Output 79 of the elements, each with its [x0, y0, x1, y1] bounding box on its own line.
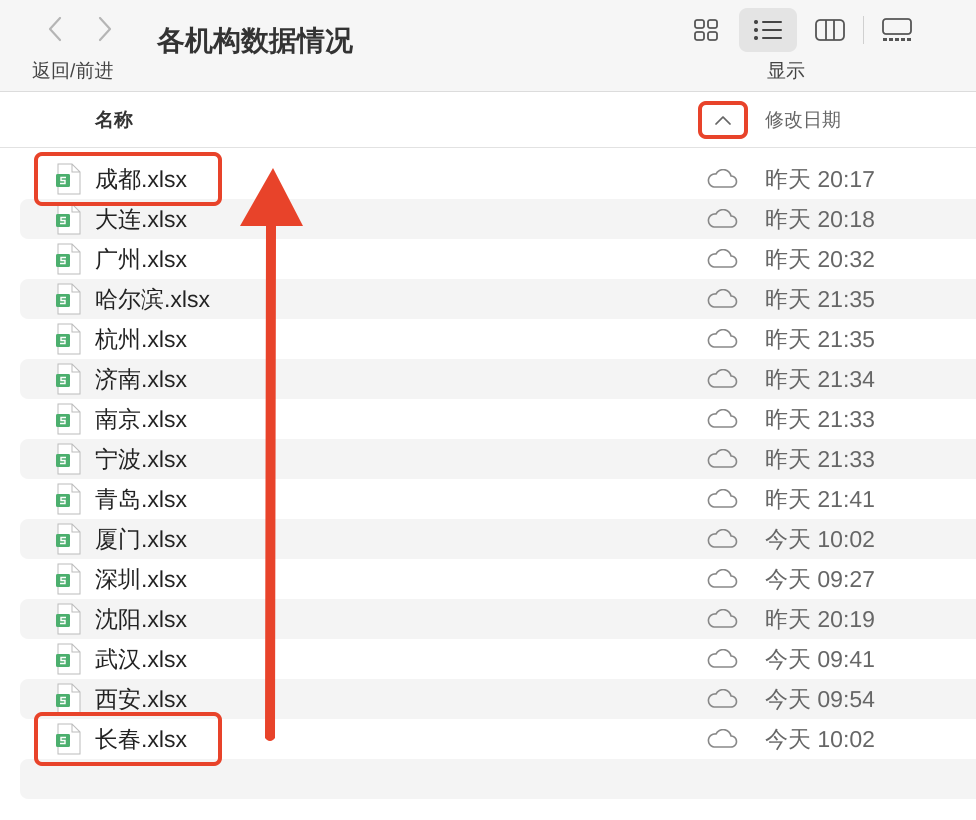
cloud-icon — [706, 289, 738, 309]
spreadsheet-file-icon — [55, 243, 81, 275]
spreadsheet-file-icon — [55, 283, 81, 315]
cloud-icon — [706, 369, 738, 389]
modified-date: 昨天 20:17 — [765, 164, 875, 194]
grid-icon — [693, 18, 719, 42]
spreadsheet-file-icon — [55, 723, 81, 755]
spreadsheet-file-icon — [55, 603, 81, 635]
file-name[interactable]: 深圳.xlsx — [95, 564, 187, 594]
spreadsheet-file-icon — [55, 683, 81, 715]
file-row[interactable]: 厦门.xlsx 今天 10:02 — [20, 519, 976, 559]
spreadsheet-file-icon — [55, 443, 81, 475]
file-name[interactable]: 青岛.xlsx — [95, 484, 187, 514]
file-row[interactable]: 大连.xlsx 昨天 20:18 — [20, 199, 976, 239]
list-view-button[interactable] — [739, 8, 797, 52]
cloud-icon — [706, 409, 738, 429]
modified-date: 昨天 20:18 — [765, 204, 875, 234]
spreadsheet-file-icon — [55, 363, 81, 395]
file-row[interactable]: 沈阳.xlsx 昨天 20:19 — [20, 599, 976, 639]
file-name[interactable]: 广州.xlsx — [95, 244, 187, 274]
cloud-icon — [706, 689, 738, 709]
spreadsheet-file-icon — [55, 403, 81, 435]
modified-date: 昨天 20:19 — [765, 604, 875, 634]
modified-date: 今天 09:27 — [765, 564, 875, 594]
name-column-header[interactable]: 名称 — [95, 106, 698, 132]
spreadsheet-file-icon — [55, 563, 81, 595]
file-name[interactable]: 沈阳.xlsx — [95, 604, 187, 634]
cloud-icon — [706, 529, 738, 549]
spreadsheet-file-icon — [55, 163, 81, 195]
spreadsheet-file-icon — [55, 643, 81, 675]
modified-date: 昨天 20:32 — [765, 244, 875, 274]
nav-label: 返回/前进 — [32, 60, 114, 84]
modified-date: 昨天 21:33 — [765, 444, 875, 474]
modified-date: 今天 10:02 — [765, 524, 875, 554]
spreadsheet-file-icon — [55, 323, 81, 355]
file-name[interactable]: 成都.xlsx — [95, 164, 187, 194]
file-row[interactable]: 宁波.xlsx 昨天 21:33 — [20, 439, 976, 479]
file-name[interactable]: 武汉.xlsx — [95, 644, 187, 674]
file-row[interactable]: 西安.xlsx 今天 09:54 — [20, 679, 976, 719]
file-name[interactable]: 宁波.xlsx — [95, 444, 187, 474]
cloud-icon — [706, 329, 738, 349]
modified-date: 昨天 21:33 — [765, 404, 875, 434]
cloud-icon — [706, 569, 738, 589]
window-title: 各机构数据情况 — [157, 24, 354, 58]
cloud-icon — [706, 729, 738, 749]
file-name[interactable]: 长春.xlsx — [95, 724, 187, 754]
file-name[interactable]: 南京.xlsx — [95, 404, 187, 434]
modified-date: 昨天 21:41 — [765, 484, 875, 514]
modified-date: 今天 09:41 — [765, 644, 875, 674]
file-name[interactable]: 哈尔滨.xlsx — [95, 284, 210, 314]
spreadsheet-file-icon — [55, 203, 81, 235]
cloud-icon — [706, 209, 738, 229]
modified-date: 今天 10:02 — [765, 724, 875, 754]
spreadsheet-file-icon — [55, 483, 81, 515]
file-name[interactable]: 西安.xlsx — [95, 684, 187, 714]
gallery-icon — [881, 17, 913, 43]
cloud-icon — [706, 489, 738, 509]
modified-date: 今天 09:54 — [765, 684, 875, 714]
cloud-icon — [706, 169, 738, 189]
file-name[interactable]: 济南.xlsx — [95, 364, 187, 394]
date-column-header[interactable]: 修改日期 — [765, 106, 841, 132]
chevron-icon — [714, 114, 732, 124]
columns-icon — [814, 18, 846, 42]
modified-date: 昨天 21:34 — [765, 364, 875, 394]
view-label: 显示 — [767, 60, 806, 84]
cloud-icon — [706, 609, 738, 629]
file-name[interactable]: 厦门.xlsx — [95, 524, 187, 554]
spreadsheet-file-icon — [55, 523, 81, 555]
cloud-icon — [706, 449, 738, 469]
file-row[interactable]: 哈尔滨.xlsx 昨天 21:35 — [20, 279, 976, 319]
cloud-icon — [706, 649, 738, 669]
file-row[interactable]: 济南.xlsx 昨天 21:34 — [20, 359, 976, 399]
list-icon — [753, 19, 783, 41]
cloud-icon — [706, 249, 738, 269]
file-name[interactable]: 大连.xlsx — [95, 204, 187, 234]
sort-button[interactable] — [698, 100, 748, 138]
file-name[interactable]: 杭州.xlsx — [95, 324, 187, 354]
modified-date: 昨天 21:35 — [765, 324, 875, 354]
modified-date: 昨天 21:35 — [765, 284, 875, 314]
